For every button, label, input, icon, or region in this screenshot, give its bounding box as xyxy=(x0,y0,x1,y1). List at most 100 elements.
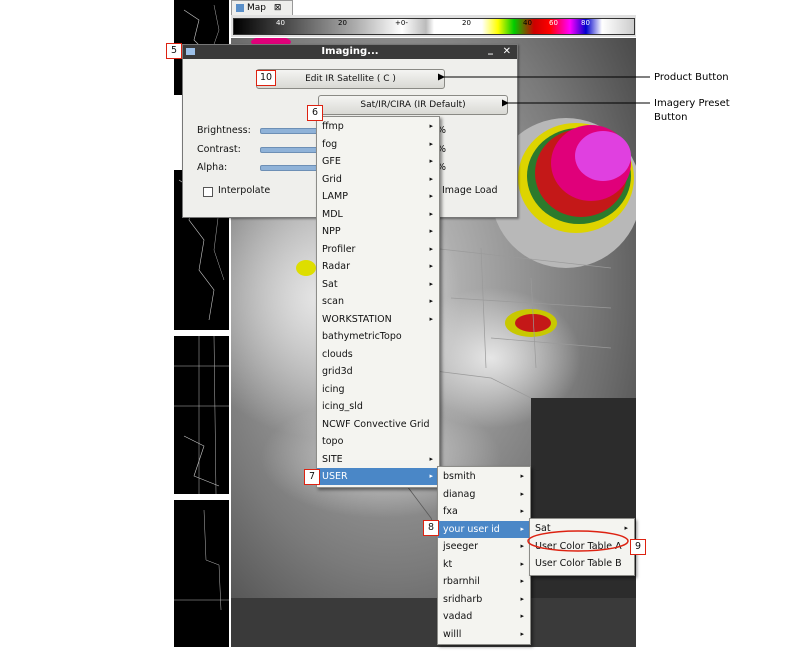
menu-item-user[interactable]: USER ▸ xyxy=(317,468,439,485)
menu-item-radar[interactable]: Radar ▸ xyxy=(317,258,439,275)
menu-item-label: GFE xyxy=(322,156,341,167)
menu-item-label: jseeger xyxy=(443,541,479,552)
menu-item-sat[interactable]: Sat ▸ xyxy=(317,276,439,293)
coastline-map-4 xyxy=(174,509,229,611)
product-button-annotation: Product Button xyxy=(654,72,729,83)
menu-item-gfe[interactable]: GFE ▸ xyxy=(317,153,439,170)
interpolate-checkbox[interactable] xyxy=(203,187,213,197)
menu-item-label: your user id xyxy=(443,523,500,535)
menu-item-fxa[interactable]: fxa ▸ xyxy=(438,503,530,520)
callout-8: 8 xyxy=(423,520,439,536)
dialog-titlebar[interactable]: Imaging... _ ✕ xyxy=(183,43,517,59)
submenu-arrow-icon: ▸ xyxy=(429,174,433,183)
menu-item-grid3d[interactable]: grid3d xyxy=(317,363,439,380)
callout-5: 5 xyxy=(166,43,182,59)
contrast-label: Contrast: xyxy=(197,144,241,155)
menu-item-label: topo xyxy=(322,436,344,447)
menu-item-label: bsmith xyxy=(443,471,476,482)
menu-item-ffmp[interactable]: ffmp ▸ xyxy=(317,118,439,135)
submenu-arrow-icon: ▸ xyxy=(520,612,524,620)
menu-item-dianag[interactable]: dianag ▸ xyxy=(438,486,530,503)
submenu-arrow-icon: ▸ xyxy=(429,139,433,148)
colorbar-tick-4: 20 xyxy=(462,19,471,27)
submenu-arrow-icon: ▸ xyxy=(429,314,433,323)
imagery-preset-button[interactable]: Sat/IR/CIRA (IR Default) xyxy=(318,95,508,115)
submenu-arrow-icon: ▸ xyxy=(520,472,524,480)
submenu-arrow-icon: ▸ xyxy=(429,122,433,130)
menu-item-topo[interactable]: topo xyxy=(317,433,439,450)
submenu-arrow-icon: ▸ xyxy=(429,262,433,270)
menu-item-label: Grid xyxy=(322,173,342,185)
map-panel-4[interactable] xyxy=(174,500,229,647)
colorbar-tick-3: +0- xyxy=(395,19,408,27)
menu-item-profiler[interactable]: Profiler ▸ xyxy=(317,241,439,258)
menu-item-scan[interactable]: scan ▸ xyxy=(317,293,439,310)
menu-item-mdl[interactable]: MDL ▸ xyxy=(317,206,439,223)
menu-item-ncwf-convective-grid[interactable]: NCWF Convective Grid xyxy=(317,416,439,433)
colorbar-tick-7: 80 xyxy=(581,19,590,27)
dialog-title: Imaging... xyxy=(321,46,379,57)
menu-item-fog[interactable]: fog ▸ xyxy=(317,136,439,153)
callout-9: 9 xyxy=(630,539,646,555)
menu-item-vadad[interactable]: vadad ▸ xyxy=(438,608,530,625)
callout-6: 6 xyxy=(307,105,323,121)
menu-item-label: clouds xyxy=(322,348,353,360)
menu-item-willl[interactable]: willl ▸ xyxy=(438,626,530,643)
menu-item-bathymetrictopo[interactable]: bathymetricTopo xyxy=(317,328,439,345)
menu-item-kt[interactable]: kt ▸ xyxy=(438,556,530,573)
menu-item-bsmith[interactable]: bsmith ▸ xyxy=(438,468,530,485)
submenu-arrow-icon: ▸ xyxy=(429,297,433,305)
menu-item-clouds[interactable]: clouds xyxy=(317,346,439,363)
colorbar-tick-1: 40 xyxy=(276,19,285,27)
menu-item-label: Radar xyxy=(322,261,350,272)
brightness-slider[interactable] xyxy=(260,128,322,134)
menu-item-user-color-table-b[interactable]: User Color Table B xyxy=(530,555,634,572)
menu-item-icing[interactable]: icing xyxy=(317,381,439,398)
menu-item-workstation[interactable]: WORKSTATION ▸ xyxy=(317,311,439,328)
menu-item-label: bathymetricTopo xyxy=(322,331,402,342)
user-menu: bsmith ▸ dianag ▸ fxa ▸ your user id ▸ jseeger ▸ k… xyxy=(437,466,531,645)
window-icon xyxy=(186,48,195,55)
contrast-slider[interactable] xyxy=(260,147,322,153)
menu-item-label: fog xyxy=(322,138,338,150)
bundle-menu: ffmp ▸ fog ▸ GFE ▸ Grid ▸ LAMP ▸ MDL ▸ NPP ▸ Profiler ▸… xyxy=(316,116,440,488)
menu-item-lamp[interactable]: LAMP ▸ xyxy=(317,188,439,205)
menu-item-icing-sld[interactable]: icing_sld xyxy=(317,398,439,415)
close-button[interactable]: ✕ xyxy=(503,45,511,59)
menu-item-label: kt xyxy=(443,558,453,570)
callout-10: 10 xyxy=(256,70,276,86)
product-button[interactable]: Edit IR Satellite ( C ) xyxy=(256,69,445,89)
menu-item-label: icing xyxy=(322,383,345,395)
menu-item-label: WORKSTATION xyxy=(322,313,392,325)
menu-item-label: scan xyxy=(322,296,345,307)
image-load-label: Image Load xyxy=(442,185,498,196)
menu-item-jseeger[interactable]: jseeger ▸ xyxy=(438,538,530,555)
tab-map[interactable]: Map ⊠ xyxy=(231,0,293,15)
menu-item-label: willl xyxy=(443,628,462,640)
submenu-arrow-icon: ▸ xyxy=(520,542,524,550)
alpha-label: Alpha: xyxy=(197,162,228,173)
menu-item-label: User Color Table B xyxy=(535,558,622,569)
menu-item-label: dianag xyxy=(443,488,476,500)
menu-item-label: Profiler xyxy=(322,243,356,255)
menu-item-your-user-id[interactable]: your user id ▸ xyxy=(438,520,530,538)
submenu-arrow-icon: ▸ xyxy=(520,489,524,498)
map-panel-3[interactable] xyxy=(174,335,229,495)
menu-item-label: LAMP xyxy=(322,191,348,202)
alpha-slider[interactable] xyxy=(260,165,322,171)
menu-item-grid[interactable]: Grid ▸ xyxy=(317,171,439,188)
submenu-arrow-icon: ▸ xyxy=(520,559,524,568)
menu-item-sridharb[interactable]: sridharb ▸ xyxy=(438,591,530,608)
submenu-arrow-icon: ▸ xyxy=(520,507,524,515)
preset-annotation-line2: Button xyxy=(654,112,688,123)
menu-item-site[interactable]: SITE ▸ xyxy=(317,451,439,468)
coastline-map-3 xyxy=(174,335,229,495)
minimize-button[interactable]: _ xyxy=(488,43,493,57)
menu-item-label: NPP xyxy=(322,226,341,237)
menu-item-label: vadad xyxy=(443,611,473,622)
menu-item-label: fxa xyxy=(443,506,458,517)
submenu-arrow-icon: ▸ xyxy=(429,472,433,480)
menu-item-npp[interactable]: NPP ▸ xyxy=(317,223,439,240)
menu-item-rbarnhil[interactable]: rbarnhil ▸ xyxy=(438,573,530,590)
close-tab-icon[interactable]: ⊠ xyxy=(274,3,282,13)
